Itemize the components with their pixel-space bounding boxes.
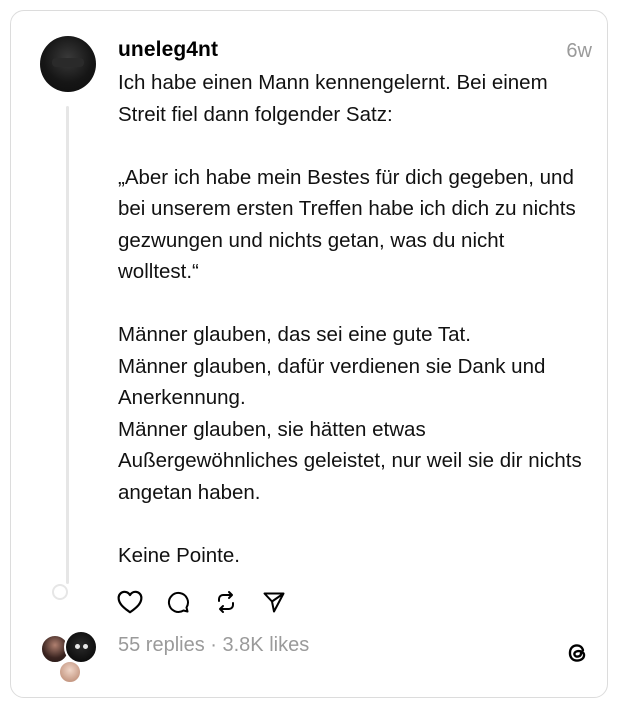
threads-logo-icon[interactable] <box>564 640 590 666</box>
thread-line <box>66 106 69 584</box>
author-username[interactable]: uneleg4nt <box>118 38 218 62</box>
share-button[interactable] <box>260 588 288 616</box>
action-bar <box>116 588 288 616</box>
author-avatar[interactable] <box>40 36 96 92</box>
post-paragraph-2: „Aber ich habe mein Bestes für dich gege… <box>118 165 576 284</box>
comment-icon <box>167 591 189 613</box>
post-paragraph-4: Keine Pointe. <box>118 543 240 567</box>
repost-icon <box>218 591 234 613</box>
reply-avatar <box>64 630 98 664</box>
post-timestamp: 6w <box>566 40 592 62</box>
comment-button[interactable] <box>164 588 192 616</box>
reply-avatar <box>58 660 82 684</box>
like-button[interactable] <box>116 588 144 616</box>
post-paragraph-1: Ich habe einen Mann kennengelernt. Bei e… <box>118 71 548 126</box>
share-icon <box>263 592 285 613</box>
thread-loop <box>52 584 68 600</box>
reply-avatars[interactable] <box>38 628 98 684</box>
heart-icon <box>117 590 143 614</box>
post-paragraph-3: Männer glauben, das sei eine gute Tat. M… <box>118 323 582 504</box>
post-stats[interactable]: 55 replies · 3.8K likes <box>118 634 309 657</box>
post-body: Ich habe einen Mann kennengelernt. Bei e… <box>118 67 588 571</box>
repost-button[interactable] <box>212 588 240 616</box>
